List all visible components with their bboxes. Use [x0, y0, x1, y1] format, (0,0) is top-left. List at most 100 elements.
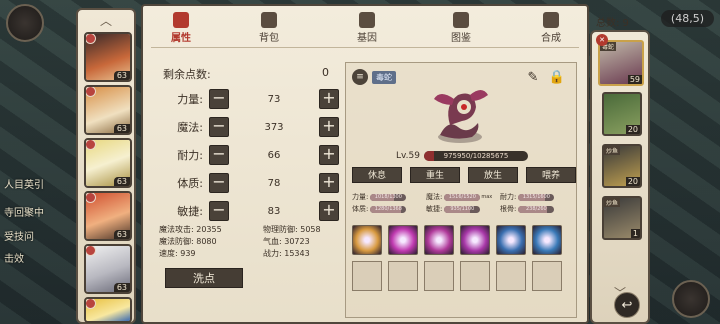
synthesis-icon	[543, 12, 559, 28]
pet-name-row: ≡ 毒蛇	[352, 69, 396, 85]
pet-total: 总数: 9	[596, 18, 629, 29]
hero-level: 63	[113, 124, 130, 133]
pet-card-level: 1	[630, 229, 640, 238]
stat-name: 力量:	[177, 93, 203, 106]
hero-card[interactable]: 63	[84, 244, 132, 294]
aptitude-magic: 魔法: 1516/1520 max	[426, 191, 496, 203]
background-text-1: 人目英引	[4, 180, 44, 191]
skill-grid	[352, 225, 562, 291]
pet-card[interactable]: 毒蛇 59	[598, 40, 644, 86]
pet-card-tag: 炒鱼	[604, 198, 621, 207]
tab-label: 基因	[357, 33, 377, 44]
aptitude-text: 1516/1520	[448, 193, 476, 200]
empty-skill-slot[interactable]	[352, 261, 382, 291]
hero-level: 63	[113, 71, 130, 80]
exp-text: 975950/10285675	[443, 152, 509, 160]
skill-slot-2[interactable]	[388, 225, 418, 255]
feather-icon[interactable]: ✎	[524, 69, 542, 87]
hero-card[interactable]: 63	[84, 191, 132, 241]
skill-slot-6[interactable]	[532, 225, 562, 255]
hero-badge	[86, 193, 96, 203]
minus-button[interactable]: −	[209, 201, 229, 221]
plus-button[interactable]: +	[319, 145, 339, 165]
tab-backpack[interactable]: 背包	[241, 12, 297, 46]
minus-button[interactable]: −	[209, 117, 229, 137]
aptitude-strength: 力量: 1018/1300	[352, 191, 422, 203]
back-arrow-icon[interactable]: ↩	[614, 292, 640, 318]
skill-slot-3[interactable]	[424, 225, 454, 255]
empty-skill-slot[interactable]	[424, 261, 454, 291]
skill-slot-4[interactable]	[460, 225, 490, 255]
attribute-section: 剩余点数: 0 力量: − 73 + 魔法: − 373 + 耐力: − 66 …	[151, 58, 339, 320]
list-icon[interactable]: ≡	[352, 69, 368, 85]
close-icon[interactable]: ✕	[596, 34, 608, 46]
release-button[interactable]: 放生	[468, 167, 518, 183]
pet-card[interactable]: 炒鱼 1	[602, 196, 642, 240]
coordinate-readout: (48,5)	[660, 10, 714, 27]
hero-card[interactable]: 63	[84, 138, 132, 188]
pet-list: 毒蛇 59 ✕ 20 炒鱼 20 炒鱼 1 ﹀	[590, 30, 650, 324]
hero-badge	[86, 87, 96, 97]
empty-skill-slot[interactable]	[532, 261, 562, 291]
rebirth-button[interactable]: 重生	[410, 167, 460, 183]
pet-portrait	[434, 90, 488, 143]
hero-card[interactable]: 63	[84, 85, 132, 135]
minus-button[interactable]: −	[209, 145, 229, 165]
pet-card[interactable]: 20	[602, 92, 642, 136]
empty-skill-slot[interactable]	[388, 261, 418, 291]
background-text-3: 受技问	[4, 232, 34, 243]
exp-bar: 975950/10285675	[423, 151, 528, 161]
aptitude-text: 238/260	[525, 205, 547, 212]
empty-skill-slot[interactable]	[460, 261, 490, 291]
menu-button[interactable]	[672, 280, 710, 318]
aptitude-label: 敏捷:	[426, 205, 443, 213]
pet-card-level: 20	[625, 125, 640, 134]
tab-label: 背包	[259, 33, 279, 44]
hero-card[interactable]	[84, 297, 132, 323]
plus-button[interactable]: +	[319, 89, 339, 109]
roster-up-arrow[interactable]: ︿	[100, 12, 112, 29]
lock-icon[interactable]: 🔒	[548, 69, 566, 87]
tab-gene[interactable]: 基因	[339, 12, 395, 46]
pet-card[interactable]: 炒鱼 20	[602, 144, 642, 188]
aptitude-label: 力量:	[352, 193, 369, 201]
minus-button[interactable]: −	[209, 89, 229, 109]
aptitude-text: 1315/1600	[522, 193, 550, 200]
plus-button[interactable]: +	[319, 173, 339, 193]
aptitude-text: 935/1100	[450, 205, 475, 212]
combat-stats: 魔法攻击: 20355 物理防御: 5058 魔法防御: 8080 气血: 3072…	[159, 224, 367, 260]
player-avatar[interactable]	[6, 4, 44, 42]
stat-value: 373	[264, 121, 284, 133]
aptitude-row: 体质: 1280/1368 敏捷: 935/1100 根骨: 238/260	[352, 203, 570, 215]
aptitude-constitution: 体质: 1280/1368	[352, 203, 422, 215]
hero-card[interactable]: 63	[84, 32, 132, 82]
skill-slot-5[interactable]	[496, 225, 526, 255]
aptitude-label: 魔法:	[426, 193, 443, 201]
feed-button[interactable]: 喂养	[526, 167, 576, 183]
skill-slot-1[interactable]	[352, 225, 382, 255]
reset-points-button[interactable]: 洗点	[165, 268, 243, 288]
aptitude-bar: 1280/1368	[370, 205, 407, 213]
plus-button[interactable]: +	[319, 117, 339, 137]
stat-name: 体质:	[177, 177, 203, 190]
remaining-points-value: 0	[322, 66, 329, 79]
tab-synthesis[interactable]: 合成	[523, 12, 579, 46]
aptitude-bar: 1516/1520	[444, 193, 481, 201]
minus-button[interactable]: −	[209, 173, 229, 193]
level-row: Lv.59 975950/10285675	[396, 151, 528, 161]
rest-button[interactable]: 休息	[352, 167, 402, 183]
aptitude-endurance: 耐力: 1315/1600	[500, 191, 570, 203]
aptitude-bar: 1315/1600	[518, 193, 555, 201]
tab-codex[interactable]: 图鉴	[433, 12, 489, 46]
plus-button[interactable]: +	[319, 201, 339, 221]
pet-level: Lv.59	[396, 151, 420, 161]
hero-level: 63	[113, 230, 130, 239]
background-text-4: 击效	[4, 254, 24, 265]
aptitude-bar: 238/260	[518, 205, 555, 213]
empty-skill-slot[interactable]	[496, 261, 526, 291]
stat-row-magic: 魔法: − 373 +	[151, 116, 339, 138]
tab-attributes[interactable]: 属性	[153, 12, 209, 46]
aptitude-label: 根骨:	[500, 205, 517, 213]
gene-icon	[359, 12, 375, 28]
speed: 速度: 939	[159, 249, 196, 258]
